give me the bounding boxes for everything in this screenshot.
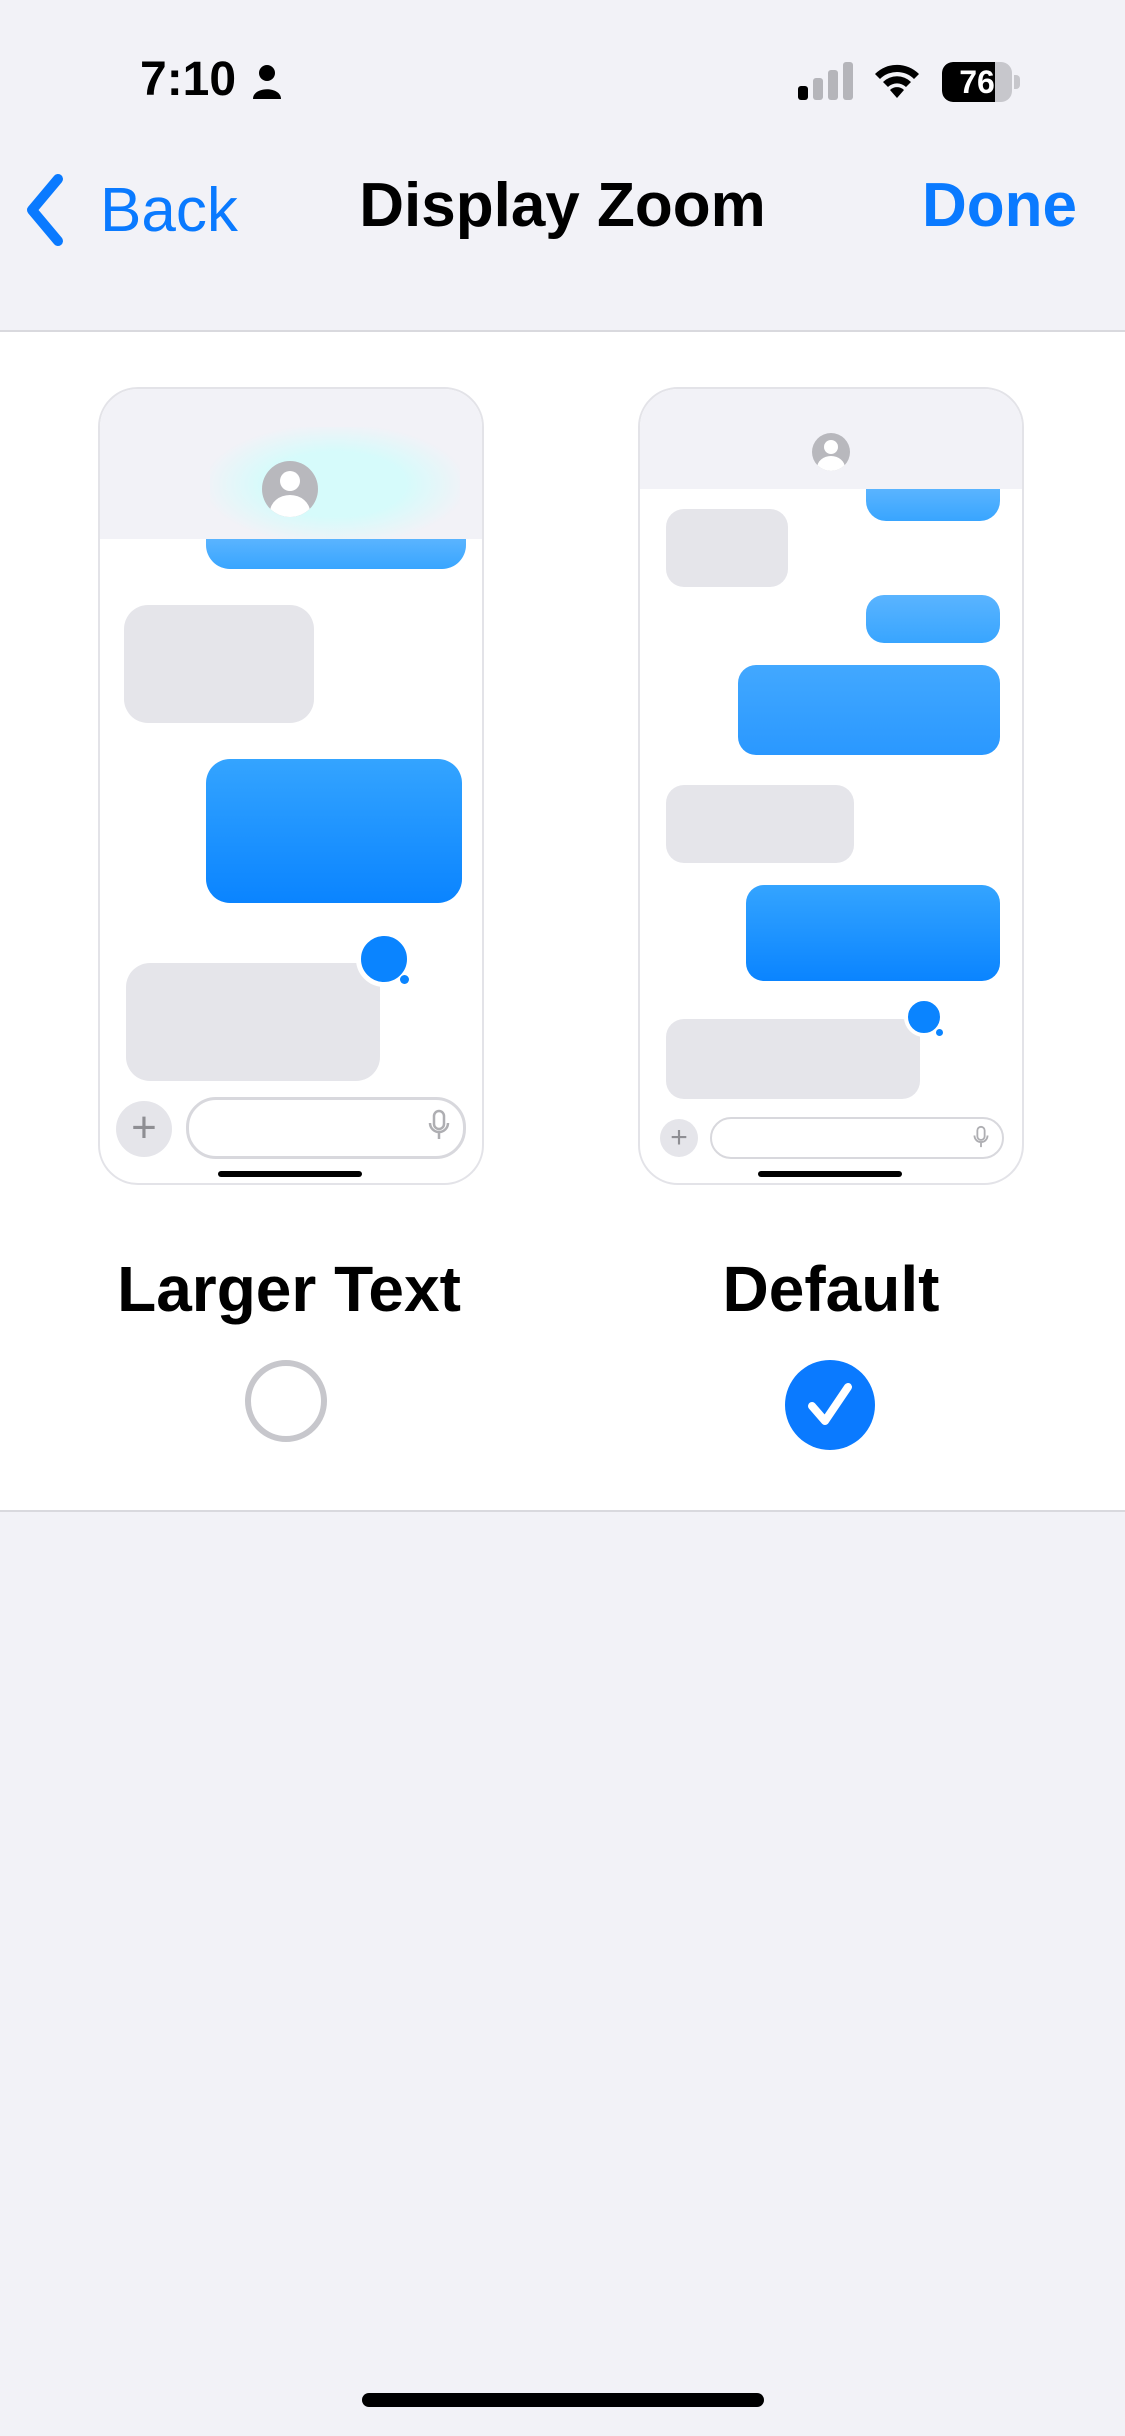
done-button[interactable]: Done xyxy=(922,170,1077,241)
zoom-options-panel: + + xyxy=(0,332,1125,1510)
default-label: Default xyxy=(722,1253,940,1325)
microphone-icon xyxy=(428,1109,450,1139)
home-indicator[interactable] xyxy=(362,2393,764,2407)
status-time: 7:10 xyxy=(140,53,237,106)
contact-avatar-icon xyxy=(262,461,318,517)
microphone-icon xyxy=(973,1125,989,1148)
plus-icon: + xyxy=(660,1119,698,1157)
larger-text-label: Larger Text xyxy=(117,1253,461,1325)
plus-icon: + xyxy=(116,1101,172,1157)
checkmark-icon xyxy=(808,1383,852,1425)
larger-text-radio[interactable] xyxy=(245,1360,327,1442)
larger-text-preview[interactable]: + xyxy=(98,387,484,1185)
default-radio[interactable] xyxy=(785,1360,875,1450)
battery-indicator: 76 xyxy=(942,62,1020,102)
contact-avatar-icon xyxy=(812,433,850,471)
battery-level: 76 xyxy=(959,64,995,100)
wifi-icon xyxy=(875,64,919,98)
person-icon xyxy=(253,65,281,99)
cellular-signal-icon xyxy=(798,62,853,100)
default-preview[interactable]: + xyxy=(638,387,1024,1185)
bottom-divider xyxy=(0,1510,1125,1512)
